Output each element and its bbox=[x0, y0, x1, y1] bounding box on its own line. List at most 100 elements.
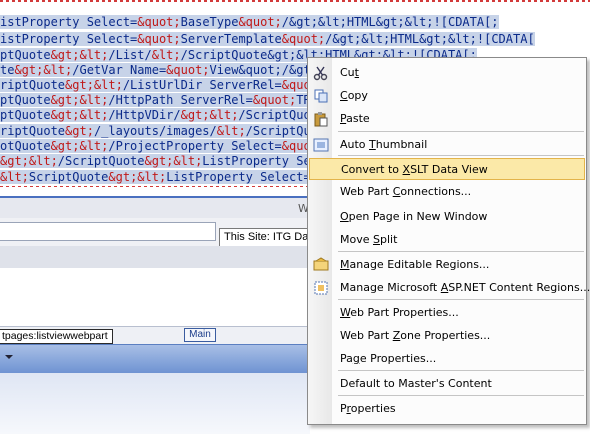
menu-item-web-part-properties[interactable]: Web Part Properties... bbox=[309, 302, 585, 324]
code-token: /List/ bbox=[108, 48, 152, 62]
code-token: /GetVar Name= bbox=[72, 63, 167, 77]
menu-item-cut[interactable]: Cut bbox=[309, 62, 585, 84]
code-line[interactable]: &lt;ScriptQuote&gt;&lt;ListProperty Sele… bbox=[0, 170, 311, 185]
menu-item-label: Web Part Connections... bbox=[340, 185, 472, 198]
code-entity: &gt; bbox=[65, 124, 94, 138]
dropdown-arrow-icon[interactable] bbox=[5, 355, 13, 359]
selected-code-text: ptQuote&gt;&lt;/HttpPath ServerRel=&quot… bbox=[0, 93, 333, 107]
code-token: /HttpVDir/ bbox=[108, 108, 181, 122]
editable-regions-icon bbox=[313, 257, 329, 273]
menu-item-move-split[interactable]: Move Split bbox=[309, 229, 585, 251]
selected-code-text: ptQuote&gt;&lt;/HttpVDir/&gt;&lt;/Script… bbox=[0, 108, 355, 122]
menu-item-label: Copy bbox=[340, 89, 368, 102]
tag-listviewwebpart[interactable]: tpages:listviewwebpart bbox=[0, 329, 113, 344]
code-entity: &quot; bbox=[252, 93, 297, 107]
code-line[interactable]: ptQuote&gt;&lt;/HttpPath ServerRel=&quot… bbox=[0, 93, 333, 108]
thumbnail-icon bbox=[313, 137, 329, 153]
selected-code-text: riptQuote&gt;/_layouts/images/&lt;/Scrip… bbox=[0, 124, 333, 138]
menu-item-web-part-connections[interactable]: Web Part Connections... bbox=[309, 181, 585, 203]
code-line[interactable]: otQuote&gt;&lt;/ProjectProperty Select=&… bbox=[0, 139, 333, 154]
code-entity: &lt; bbox=[151, 48, 181, 62]
error-underline bbox=[0, 0, 590, 2]
code-line[interactable]: riptQuote&gt;/_layouts/images/&lt;/Scrip… bbox=[0, 124, 333, 139]
code-line[interactable]: te&gt;&lt;/GetVar Name=&quot;View&quot;/… bbox=[0, 63, 318, 78]
code-entity: &gt;&lt; bbox=[50, 93, 109, 107]
code-token: /_layouts/images/ bbox=[93, 124, 217, 138]
menu-separator bbox=[338, 299, 584, 300]
menu-item-label: Web Part Zone Properties... bbox=[340, 329, 491, 342]
menu-item-convert-to-xslt-data-view[interactable]: Convert to XSLT Data View bbox=[309, 158, 585, 180]
menu-item-label: Move Split bbox=[340, 233, 398, 246]
menu-separator bbox=[338, 395, 584, 396]
code-entity: &gt;&lt; bbox=[14, 63, 73, 77]
code-token: ServerTemplate bbox=[180, 32, 282, 46]
menu-item-label: Default to Master's Content bbox=[340, 377, 492, 390]
code-entity: &gt;&lt; bbox=[144, 154, 203, 168]
code-token: /&gt;&lt;HTML&gt;&lt;![CDATA[ bbox=[325, 32, 535, 46]
code-line[interactable]: riptQuote&gt;&lt;/ListUrlDir ServerRel=&… bbox=[0, 78, 333, 93]
menu-separator bbox=[338, 251, 584, 252]
menu-item-label: Page Properties... bbox=[340, 352, 437, 365]
code-token: ScriptQuote bbox=[28, 170, 109, 184]
code-entity: &quot; bbox=[166, 63, 210, 77]
quick-tag-selector: tpages:listviewwebpart bbox=[0, 326, 310, 344]
menu-item-web-part-zone-properties[interactable]: Web Part Zone Properties... bbox=[309, 325, 585, 347]
menu-item-label: Paste bbox=[340, 112, 370, 125]
code-token: istProperty Select= bbox=[0, 32, 138, 46]
menu-item-properties[interactable]: Properties bbox=[309, 398, 585, 420]
menu-item-manage-microsoft-asp-net-content-regions[interactable]: Manage Microsoft ASP.NET Content Regions… bbox=[309, 277, 590, 299]
paste-icon bbox=[313, 111, 329, 127]
code-entity: &gt;&lt; bbox=[108, 170, 167, 184]
selected-code-text: istProperty Select=&quot;ServerTemplate&… bbox=[0, 32, 535, 46]
code-token: otQuote bbox=[0, 139, 51, 153]
code-entity: &gt;&lt; bbox=[50, 139, 109, 153]
selected-code-text: riptQuote&gt;&lt;/ListUrlDir ServerRel=&… bbox=[0, 78, 333, 92]
selected-code-text: otQuote&gt;&lt;/ProjectProperty Select=&… bbox=[0, 139, 333, 153]
menu-item-auto-thumbnail[interactable]: Auto Thumbnail bbox=[309, 134, 585, 156]
code-entity: &gt;&lt; bbox=[0, 154, 58, 168]
code-line[interactable]: istProperty Select=&quot;BaseType&quot;/… bbox=[0, 15, 499, 30]
code-token: te bbox=[0, 63, 15, 77]
error-underline bbox=[0, 186, 310, 187]
code-entity: &lt; bbox=[0, 170, 29, 184]
code-entity: &quot; bbox=[238, 15, 282, 29]
code-token: /ScriptQuote bbox=[57, 154, 145, 168]
list-input-field[interactable] bbox=[0, 222, 216, 241]
menu-item-page-properties[interactable]: Page Properties... bbox=[309, 348, 585, 370]
menu-item-default-to-master-s-content[interactable]: Default to Master's Content bbox=[309, 373, 585, 395]
code-token: ListProperty Select= bbox=[166, 170, 311, 184]
code-line[interactable]: istProperty Select=&quot;ServerTemplate&… bbox=[0, 32, 535, 47]
code-line[interactable]: ptQuote&gt;&lt;/HttpVDir/&gt;&lt;/Script… bbox=[0, 108, 355, 123]
web-part-title-bar: W bbox=[0, 198, 310, 218]
web-part-zone-bar bbox=[0, 344, 310, 373]
selected-code-text: te&gt;&lt;/GetVar Name=&quot;View&quot;/… bbox=[0, 63, 318, 77]
context-menu: Cut Copy Paste Auto Thumbnail Convert to XSL… bbox=[307, 57, 590, 425]
code-entity: &lt; bbox=[216, 124, 246, 138]
menu-item-label: Auto Thumbnail bbox=[340, 138, 428, 151]
menu-item-copy[interactable]: Copy bbox=[309, 85, 585, 107]
menu-item-paste[interactable]: Paste bbox=[309, 108, 585, 130]
code-token: /ListUrlDir ServerRel= bbox=[122, 78, 282, 92]
menu-item-manage-editable-regions[interactable]: Manage Editable Regions... bbox=[309, 254, 585, 276]
code-line[interactable]: &gt;&lt;/ScriptQuote&gt;&lt;ListProperty… bbox=[0, 154, 347, 169]
code-token: istProperty Select= bbox=[0, 15, 138, 29]
menu-item-label: Open Page in New Window bbox=[340, 210, 488, 223]
content-regions-icon bbox=[313, 280, 329, 296]
selected-code-text: &lt;ScriptQuote&gt;&lt;ListProperty Sele… bbox=[0, 170, 311, 184]
menu-item-label: Web Part Properties... bbox=[340, 306, 459, 319]
copy-icon bbox=[313, 88, 329, 104]
code-entity: &gt;&lt; bbox=[50, 108, 109, 122]
menu-item-label: Convert to XSLT Data View bbox=[341, 163, 488, 176]
code-token: BaseType bbox=[180, 15, 239, 29]
tab-main[interactable]: Main bbox=[184, 328, 216, 342]
menu-item-label: Cut bbox=[340, 66, 359, 79]
menu-item-label: Manage Editable Regions... bbox=[340, 258, 490, 271]
menu-item-open-page-in-new-window[interactable]: Open Page in New Window bbox=[309, 206, 585, 228]
code-entity: &gt;&lt; bbox=[50, 48, 109, 62]
menu-item-label: Properties bbox=[340, 402, 396, 415]
page-body-area bbox=[0, 373, 310, 434]
code-token: /ProjectProperty Select= bbox=[108, 139, 282, 153]
code-token: ptQuote bbox=[0, 48, 51, 62]
code-token: riptQuote bbox=[0, 124, 66, 138]
code-token: ptQuote bbox=[0, 108, 51, 122]
